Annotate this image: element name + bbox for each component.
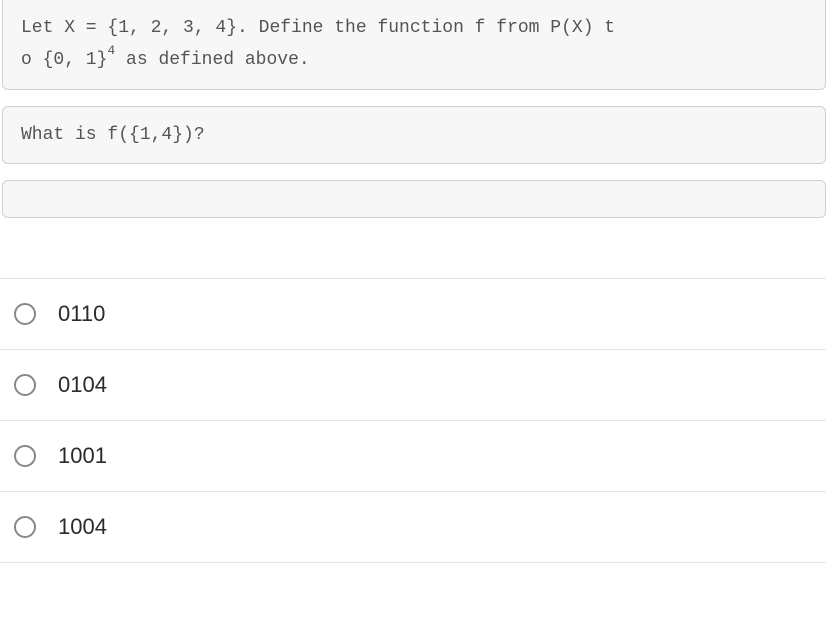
context-block: Let X = {1, 2, 3, 4}. Define the functio… [2,0,826,90]
option-label: 1001 [58,443,107,469]
empty-block [2,180,826,218]
option-row-1[interactable]: 0104 [0,350,826,421]
option-row-0[interactable]: 0110 [0,279,826,350]
context-superscript: 4 [107,43,115,58]
context-text-2a: o {0, 1} [21,50,107,70]
context-line-1: Let X = {1, 2, 3, 4}. Define the functio… [21,12,807,44]
option-label: 1004 [58,514,107,540]
option-label: 0104 [58,372,107,398]
options-list: 0110 0104 1001 1004 [0,278,826,563]
radio-icon[interactable] [14,445,36,467]
option-label: 0110 [58,301,105,327]
question-text: What is f({1,4})? [21,119,807,151]
question-block: What is f({1,4})? [2,106,826,164]
option-row-3[interactable]: 1004 [0,492,826,563]
radio-icon[interactable] [14,374,36,396]
radio-icon[interactable] [14,303,36,325]
context-text-2b: as defined above. [115,50,309,70]
context-text-1: Let X = {1, 2, 3, 4}. Define the functio… [21,18,615,38]
context-line-2: o {0, 1}4 as defined above. [21,44,807,76]
option-row-2[interactable]: 1001 [0,421,826,492]
radio-icon[interactable] [14,516,36,538]
